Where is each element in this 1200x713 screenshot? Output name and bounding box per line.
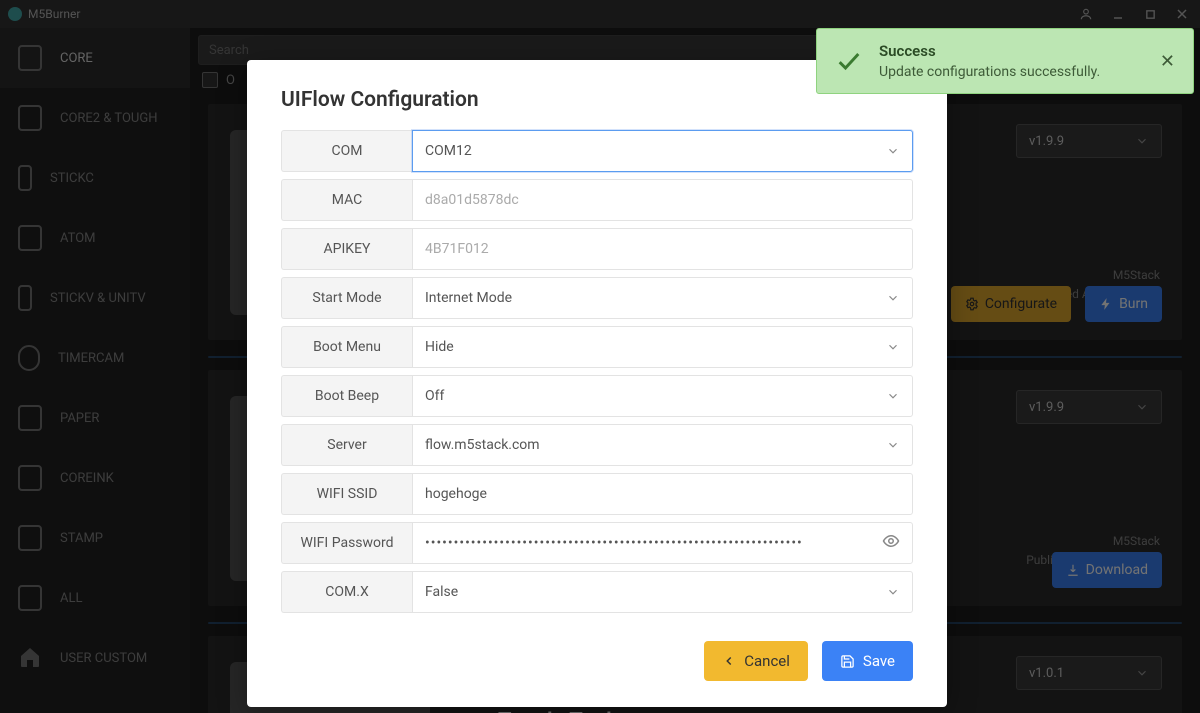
wifi-ssid-text-input[interactable]: [425, 486, 900, 502]
field-label: Boot Beep: [281, 375, 412, 417]
toast-message: Update configurations successfully.: [879, 64, 1144, 80]
form-row-wifi-ssid: WIFI SSID: [281, 473, 913, 515]
form-row-server: Server flow.m5stack.com: [281, 424, 913, 466]
com-x-select[interactable]: False: [412, 571, 913, 613]
button-label: Cancel: [744, 652, 790, 670]
field-label: WIFI SSID: [281, 473, 412, 515]
field-label: Server: [281, 424, 412, 466]
field-label: COM: [281, 130, 412, 172]
boot-beep-select[interactable]: Off: [412, 375, 913, 417]
uiflow-config-modal: UIFlow Configuration ✕ COM COM12 MAC d8a…: [247, 60, 947, 707]
cancel-button[interactable]: Cancel: [704, 641, 808, 681]
toast-title: Success: [879, 42, 1144, 60]
field-value: d8a01d5878dc: [425, 192, 519, 208]
toast-close-button[interactable]: ✕: [1160, 51, 1175, 72]
field-value: Internet Mode: [425, 290, 512, 306]
chevron-down-icon: [886, 340, 900, 354]
form-row-wifi-password: WIFI Password: [281, 522, 913, 564]
field-label: WIFI Password: [281, 522, 412, 564]
field-value: Hide: [425, 339, 454, 355]
field-label: COM.X: [281, 571, 412, 613]
form-row-boot-menu: Boot Menu Hide: [281, 326, 913, 368]
wifi-ssid-input[interactable]: [412, 473, 913, 515]
form-row-apikey: APIKEY 4B71F012: [281, 228, 913, 270]
chevron-left-icon: [722, 654, 736, 668]
toggle-password-visibility-icon[interactable]: [882, 532, 900, 554]
chevron-down-icon: [886, 144, 900, 158]
wifi-password-input[interactable]: [412, 522, 913, 564]
form-row-com: COM COM12: [281, 130, 913, 172]
form-row-boot-beep: Boot Beep Off: [281, 375, 913, 417]
save-icon: [840, 654, 855, 669]
field-label: MAC: [281, 179, 412, 221]
field-label: APIKEY: [281, 228, 412, 270]
start-mode-select[interactable]: Internet Mode: [412, 277, 913, 319]
modal-actions: Cancel Save: [281, 641, 913, 681]
field-label: Boot Menu: [281, 326, 412, 368]
button-label: Save: [863, 652, 895, 670]
chevron-down-icon: [886, 438, 900, 452]
save-button[interactable]: Save: [822, 641, 913, 681]
success-toast: Success Update configurations successful…: [816, 28, 1194, 94]
apikey-field: 4B71F012: [412, 228, 913, 270]
form-row-mac: MAC d8a01d5878dc: [281, 179, 913, 221]
chevron-down-icon: [886, 291, 900, 305]
wifi-password-text-input[interactable]: [425, 535, 900, 551]
chevron-down-icon: [886, 389, 900, 403]
field-value: flow.m5stack.com: [425, 437, 540, 453]
boot-menu-select[interactable]: Hide: [412, 326, 913, 368]
form-row-start-mode: Start Mode Internet Mode: [281, 277, 913, 319]
field-value: 4B71F012: [425, 241, 489, 257]
check-icon: [835, 47, 863, 75]
field-label: Start Mode: [281, 277, 412, 319]
mac-field: d8a01d5878dc: [412, 179, 913, 221]
form-row-com-x: COM.X False: [281, 571, 913, 613]
chevron-down-icon: [886, 585, 900, 599]
com-select[interactable]: COM12: [412, 130, 913, 172]
field-value: Off: [425, 388, 444, 404]
server-select[interactable]: flow.m5stack.com: [412, 424, 913, 466]
field-value: False: [425, 584, 458, 600]
field-value: COM12: [425, 143, 472, 159]
